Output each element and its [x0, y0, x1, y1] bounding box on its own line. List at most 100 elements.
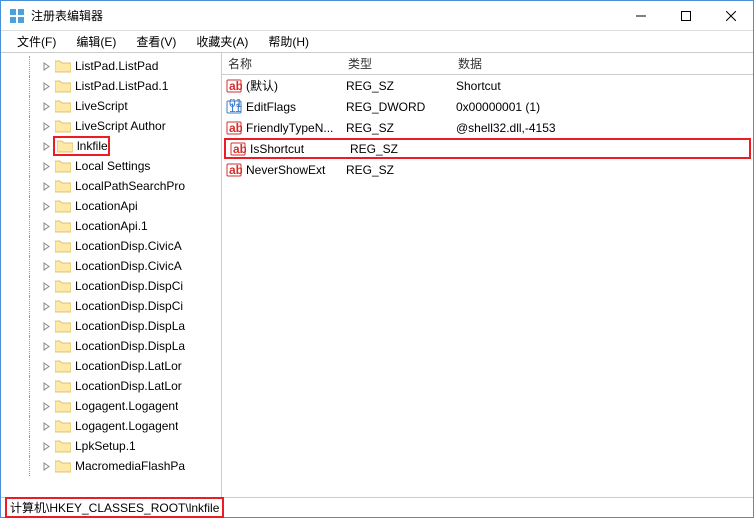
list-row[interactable]: abFriendlyTypeN...REG_SZ@shell32.dll,-41…	[222, 117, 753, 138]
expand-arrow-icon[interactable]	[41, 281, 52, 292]
tree-label: MacromediaFlashPa	[75, 459, 185, 473]
menu-file[interactable]: 文件(F)	[7, 31, 66, 52]
expand-arrow-icon[interactable]	[41, 81, 52, 92]
list-row[interactable]: abIsShortcutREG_SZ	[224, 138, 751, 159]
tree-row[interactable]: ListPad.ListPad	[1, 56, 221, 76]
expand-arrow-icon[interactable]	[41, 161, 52, 172]
tree-row[interactable]: LiveScript	[1, 96, 221, 116]
tree-connector	[29, 96, 39, 116]
tree-row[interactable]: LpkSetup.1	[1, 436, 221, 456]
tree-row[interactable]: LiveScript Author	[1, 116, 221, 136]
tree-row[interactable]: LocationDisp.CivicA	[1, 236, 221, 256]
tree-connector	[29, 176, 39, 196]
expand-arrow-icon[interactable]	[41, 461, 52, 472]
value-type: REG_DWORD	[346, 100, 456, 114]
folder-icon	[55, 220, 71, 233]
svg-text:ab: ab	[233, 142, 246, 156]
tree-connector	[29, 396, 39, 416]
tree-row[interactable]: LocationApi.1	[1, 216, 221, 236]
expand-arrow-icon[interactable]	[41, 301, 52, 312]
svg-text:ab: ab	[229, 79, 242, 93]
tree-label: LocationDisp.DispCi	[75, 279, 183, 293]
tree-row[interactable]: LocationDisp.LatLor	[1, 356, 221, 376]
tree-label: LocationApi	[75, 199, 138, 213]
folder-icon	[55, 180, 71, 193]
tree-label: Logagent.Logagent	[75, 399, 178, 413]
status-path: 计算机\HKEY_CLASSES_ROOT\lnkfile	[5, 497, 224, 518]
tree-row[interactable]: Logagent.Logagent	[1, 396, 221, 416]
expand-arrow-icon[interactable]	[41, 341, 52, 352]
list-row[interactable]: 011110EditFlagsREG_DWORD0x00000001 (1)	[222, 96, 753, 117]
expand-arrow-icon[interactable]	[41, 321, 52, 332]
folder-icon	[55, 360, 71, 373]
expand-arrow-icon[interactable]	[41, 241, 52, 252]
tree-label: LocationApi.1	[75, 219, 148, 233]
close-button[interactable]	[708, 1, 753, 30]
menu-help[interactable]: 帮助(H)	[258, 31, 319, 52]
expand-arrow-icon[interactable]	[41, 361, 52, 372]
tree-row[interactable]: lnkfile	[1, 136, 221, 156]
tree-pane[interactable]: ListPad.ListPad ListPad.ListPad.1 LiveScri…	[1, 53, 222, 497]
tree-row[interactable]: MacromediaFlashPa	[1, 456, 221, 476]
tree-connector	[29, 336, 39, 356]
tree-label: LiveScript Author	[75, 119, 166, 133]
expand-arrow-icon[interactable]	[41, 381, 52, 392]
tree-row[interactable]: Logagent.Logagent	[1, 416, 221, 436]
tree-connector	[29, 156, 39, 176]
tree-row[interactable]: LocationDisp.CivicA	[1, 256, 221, 276]
col-header-type[interactable]: 类型	[342, 55, 452, 72]
value-icon: ab	[230, 141, 246, 157]
expand-arrow-icon[interactable]	[41, 181, 52, 192]
expand-arrow-icon[interactable]	[41, 201, 52, 212]
window-controls	[618, 1, 753, 30]
expand-arrow-icon[interactable]	[41, 61, 52, 72]
statusbar: 计算机\HKEY_CLASSES_ROOT\lnkfile	[1, 497, 753, 517]
tree-label: LocalPathSearchPro	[75, 179, 185, 193]
menu-favorites[interactable]: 收藏夹(A)	[186, 31, 258, 52]
expand-arrow-icon[interactable]	[41, 261, 52, 272]
titlebar: 注册表编辑器	[1, 1, 753, 31]
list-row[interactable]: abNeverShowExtREG_SZ	[222, 159, 753, 180]
maximize-button[interactable]	[663, 1, 708, 30]
folder-icon	[55, 300, 71, 313]
tree-row[interactable]: LocationApi	[1, 196, 221, 216]
folder-icon	[55, 380, 71, 393]
tree-row[interactable]: LocationDisp.LatLor	[1, 376, 221, 396]
folder-icon	[55, 280, 71, 293]
folder-icon	[55, 260, 71, 273]
tree-label: ListPad.ListPad.1	[75, 79, 168, 93]
value-type: REG_SZ	[346, 121, 456, 135]
tree-row[interactable]: ListPad.ListPad.1	[1, 76, 221, 96]
menu-edit[interactable]: 编辑(E)	[66, 31, 126, 52]
tree-row[interactable]: LocationDisp.DispCi	[1, 296, 221, 316]
minimize-button[interactable]	[618, 1, 663, 30]
tree-row[interactable]: LocationDisp.DispLa	[1, 336, 221, 356]
tree-row[interactable]: Local Settings	[1, 156, 221, 176]
value-icon: ab	[226, 78, 242, 94]
col-header-data[interactable]: 数据	[452, 55, 753, 72]
tree-row[interactable]: LocalPathSearchPro	[1, 176, 221, 196]
expand-arrow-icon[interactable]	[41, 441, 52, 452]
expand-arrow-icon[interactable]	[41, 101, 52, 112]
folder-icon	[57, 140, 73, 153]
folder-icon	[55, 400, 71, 413]
value-icon: 011110	[226, 99, 242, 115]
tree-label: LocationDisp.DispCi	[75, 299, 183, 313]
list-row[interactable]: ab(默认)REG_SZShortcut	[222, 75, 753, 96]
tree-connector	[29, 296, 39, 316]
col-header-name[interactable]: 名称	[222, 55, 342, 72]
tree-row[interactable]: LocationDisp.DispLa	[1, 316, 221, 336]
content: ListPad.ListPad ListPad.ListPad.1 LiveScri…	[1, 53, 753, 497]
value-name: (默认)	[246, 77, 346, 94]
expand-arrow-icon[interactable]	[41, 121, 52, 132]
expand-arrow-icon[interactable]	[41, 401, 52, 412]
expand-arrow-icon[interactable]	[41, 221, 52, 232]
list-body[interactable]: ab (默认) REG_SZ Shortcut 011110EditFlagsREG_D…	[222, 75, 753, 497]
folder-icon	[55, 80, 71, 93]
expand-arrow-icon[interactable]	[41, 141, 52, 152]
menu-view[interactable]: 查看(V)	[126, 31, 186, 52]
value-data: Shortcut	[456, 79, 753, 93]
expand-arrow-icon[interactable]	[41, 421, 52, 432]
tree-row[interactable]: LocationDisp.DispCi	[1, 276, 221, 296]
tree-label: LocationDisp.LatLor	[75, 379, 182, 393]
